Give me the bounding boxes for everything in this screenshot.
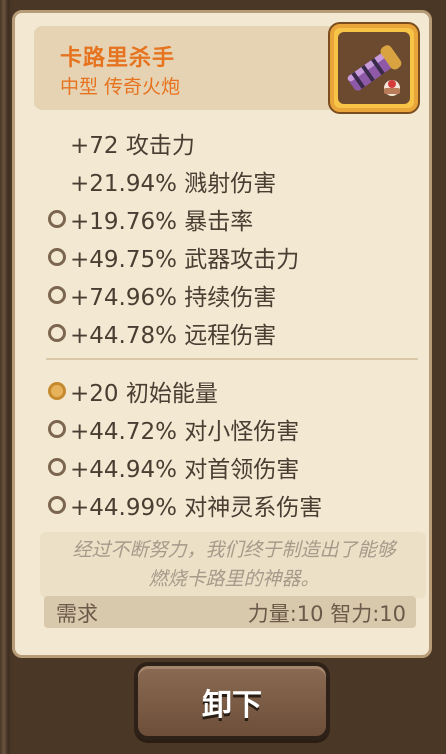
unequip-button-label: 卸下	[202, 688, 262, 723]
gem-socket-icon	[48, 420, 66, 438]
gem-socket-icon	[48, 496, 66, 514]
gem-socket-icon	[48, 286, 66, 304]
unequip-button[interactable]: 卸下	[134, 662, 330, 740]
stat-line: +21.94% 溅射伤害	[70, 171, 277, 197]
stat-line: +44.94% 对首领伤害	[70, 457, 300, 483]
stat-line: +20 初始能量	[70, 381, 218, 407]
gem-socket-icon	[48, 324, 66, 342]
requirements-values: 力量:10 智力:10	[247, 602, 406, 626]
stat-line: +72 攻击力	[70, 133, 195, 159]
gem-socket-icon	[48, 458, 66, 476]
gold-gem-icon	[48, 382, 66, 400]
description-line-2: 燃烧卡路里的神器。	[148, 568, 320, 590]
item-description: 经过不断努力，我们终于制造出了能够 燃烧卡路里的神器。	[44, 536, 424, 594]
stat-line: +74.96% 持续伤害	[70, 285, 277, 311]
cannon-icon-graphic	[347, 45, 402, 96]
stat-line: +19.76% 暴击率	[70, 209, 254, 235]
gem-socket-icon	[48, 210, 66, 228]
requirements-label: 需求	[56, 602, 98, 626]
cannon-icon[interactable]	[330, 24, 418, 112]
stat-line: +44.78% 远程伤害	[70, 323, 277, 349]
item-name: 卡路里杀手	[60, 46, 176, 71]
stat-line: +49.75% 武器攻击力	[70, 247, 300, 273]
stat-line: +44.99% 对神灵系伤害	[70, 495, 323, 521]
item-type: 中型 传奇火炮	[60, 76, 181, 98]
description-line-1: 经过不断努力，我们终于制造出了能够	[72, 539, 396, 561]
item-icon-background	[338, 32, 410, 104]
gem-socket-icon	[48, 248, 66, 266]
stats-divider	[46, 358, 418, 360]
stat-line: +44.72% 对小怪伤害	[70, 419, 300, 445]
